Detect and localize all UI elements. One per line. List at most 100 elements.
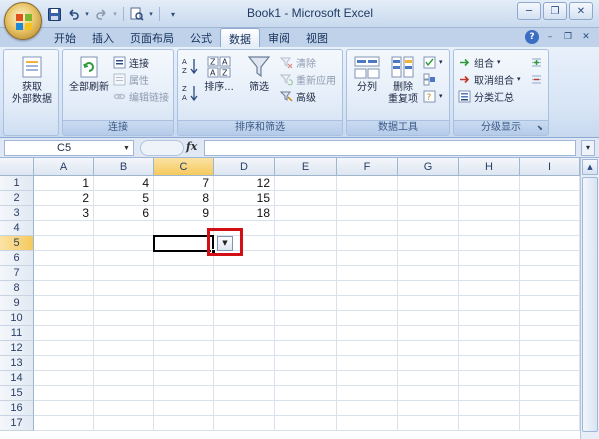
cell-b6[interactable] xyxy=(94,251,154,266)
cell-g17[interactable] xyxy=(398,416,459,431)
cell-i10[interactable] xyxy=(520,311,580,326)
cell-b9[interactable] xyxy=(94,296,154,311)
cell-d14[interactable] xyxy=(214,371,275,386)
cell-h3[interactable] xyxy=(459,206,520,221)
column-header-i[interactable]: I xyxy=(520,158,580,176)
cell-c9[interactable] xyxy=(154,296,214,311)
cell-i8[interactable] xyxy=(520,281,580,296)
cell-i9[interactable] xyxy=(520,296,580,311)
cell-a16[interactable] xyxy=(34,401,94,416)
cell-e15[interactable] xyxy=(275,386,337,401)
cell-h13[interactable] xyxy=(459,356,520,371)
cell-h6[interactable] xyxy=(459,251,520,266)
cell-b8[interactable] xyxy=(94,281,154,296)
column-header-a[interactable]: A xyxy=(34,158,94,176)
what-if-analysis-button[interactable]: ? ▾ xyxy=(423,88,443,104)
cell-g11[interactable] xyxy=(398,326,459,341)
cell-c10[interactable] xyxy=(154,311,214,326)
tab-formulas[interactable]: 公式 xyxy=(182,28,220,47)
tab-view[interactable]: 视图 xyxy=(298,28,336,47)
cell-d16[interactable] xyxy=(214,401,275,416)
cell-c17[interactable] xyxy=(154,416,214,431)
cell-d3[interactable]: 18 xyxy=(214,206,275,221)
cell-i4[interactable] xyxy=(520,221,580,236)
scroll-up-icon[interactable]: ▲ xyxy=(582,159,598,175)
cell-f11[interactable] xyxy=(337,326,398,341)
cell-a15[interactable] xyxy=(34,386,94,401)
row-header-17[interactable]: 17 xyxy=(0,416,34,431)
tab-data[interactable]: 数据 xyxy=(220,28,260,47)
cell-d11[interactable] xyxy=(214,326,275,341)
cell-h15[interactable] xyxy=(459,386,520,401)
print-preview-dropdown-icon[interactable]: ▾ xyxy=(148,6,154,22)
cell-b16[interactable] xyxy=(94,401,154,416)
name-box[interactable]: C5 ▼ xyxy=(4,140,134,156)
select-all-corner[interactable] xyxy=(0,158,34,176)
cell-e10[interactable] xyxy=(275,311,337,326)
row-header-16[interactable]: 16 xyxy=(0,401,34,416)
cell-a7[interactable] xyxy=(34,266,94,281)
cell-b4[interactable] xyxy=(94,221,154,236)
cell-e8[interactable] xyxy=(275,281,337,296)
cell-i17[interactable] xyxy=(520,416,580,431)
row-header-2[interactable]: 2 xyxy=(0,191,34,206)
column-header-h[interactable]: H xyxy=(459,158,520,176)
cell-f13[interactable] xyxy=(337,356,398,371)
cell-i13[interactable] xyxy=(520,356,580,371)
group-button[interactable]: 组合 ▾ xyxy=(458,54,501,70)
row-header-7[interactable]: 7 xyxy=(0,266,34,281)
row-header-5[interactable]: 5 xyxy=(0,236,34,251)
cell-c16[interactable] xyxy=(154,401,214,416)
hide-detail-button[interactable] xyxy=(530,71,543,87)
tab-page-layout[interactable]: 页面布局 xyxy=(122,28,182,47)
cell-g14[interactable] xyxy=(398,371,459,386)
reapply-button[interactable]: 重新应用 xyxy=(280,71,336,87)
cell-c13[interactable] xyxy=(154,356,214,371)
cell-a8[interactable] xyxy=(34,281,94,296)
cell-g12[interactable] xyxy=(398,341,459,356)
remove-duplicates-button[interactable]: 删除 重复项 xyxy=(385,54,421,106)
cell-h4[interactable] xyxy=(459,221,520,236)
cell-f3[interactable] xyxy=(337,206,398,221)
cell-g5[interactable] xyxy=(398,236,459,251)
cell-d17[interactable] xyxy=(214,416,275,431)
sort-ascending-button[interactable]: AZ xyxy=(182,58,200,75)
cell-g16[interactable] xyxy=(398,401,459,416)
cell-b10[interactable] xyxy=(94,311,154,326)
cell-i16[interactable] xyxy=(520,401,580,416)
cell-d12[interactable] xyxy=(214,341,275,356)
cell-a4[interactable] xyxy=(34,221,94,236)
cell-g9[interactable] xyxy=(398,296,459,311)
workbook-restore-icon[interactable]: ❐ xyxy=(561,30,575,44)
cell-e14[interactable] xyxy=(275,371,337,386)
subtotal-button[interactable]: 分类汇总 xyxy=(458,88,514,104)
filter-button[interactable]: 筛选 xyxy=(242,54,276,94)
cell-f12[interactable] xyxy=(337,341,398,356)
cell-a14[interactable] xyxy=(34,371,94,386)
cell-f9[interactable] xyxy=(337,296,398,311)
cell-d15[interactable] xyxy=(214,386,275,401)
cell-a2[interactable]: 2 xyxy=(34,191,94,206)
row-header-8[interactable]: 8 xyxy=(0,281,34,296)
cell-b14[interactable] xyxy=(94,371,154,386)
cell-c11[interactable] xyxy=(154,326,214,341)
row-header-11[interactable]: 11 xyxy=(0,326,34,341)
cell-g3[interactable] xyxy=(398,206,459,221)
cell-b7[interactable] xyxy=(94,266,154,281)
row-header-15[interactable]: 15 xyxy=(0,386,34,401)
text-to-columns-button[interactable]: 分列 xyxy=(349,54,385,94)
cell-i12[interactable] xyxy=(520,341,580,356)
data-validation-button[interactable]: ▾ xyxy=(423,54,443,70)
minimize-icon[interactable]: ─ xyxy=(517,2,541,20)
cell-e9[interactable] xyxy=(275,296,337,311)
tab-home[interactable]: 开始 xyxy=(46,28,84,47)
cell-d10[interactable] xyxy=(214,311,275,326)
row-header-14[interactable]: 14 xyxy=(0,371,34,386)
cell-f8[interactable] xyxy=(337,281,398,296)
cell-e16[interactable] xyxy=(275,401,337,416)
consolidate-button[interactable] xyxy=(423,71,436,87)
insert-function-icon[interactable]: fx xyxy=(186,140,197,153)
cell-b13[interactable] xyxy=(94,356,154,371)
cell-h5[interactable] xyxy=(459,236,520,251)
tab-insert[interactable]: 插入 xyxy=(84,28,122,47)
